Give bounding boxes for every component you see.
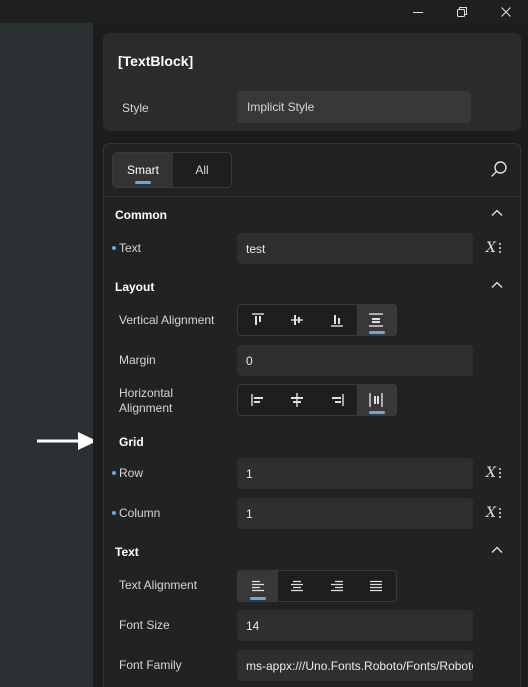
text-label: Text <box>119 241 142 255</box>
modified-dot <box>112 246 116 250</box>
section-title-layout: Layout <box>115 280 155 294</box>
margin-label: Margin <box>119 353 156 367</box>
align-stretch-vertical-icon <box>369 313 384 327</box>
divider <box>104 196 520 197</box>
element-header: [TextBlock] Style Implicit Style <box>103 33 521 131</box>
column-field[interactable]: 1 <box>237 498 473 529</box>
minimize-button[interactable] <box>396 0 440 23</box>
halign-left-button[interactable] <box>238 385 278 415</box>
properties-panel: [TextBlock] Style Implicit Style Smart A… <box>93 23 528 687</box>
align-middle-icon <box>291 315 304 325</box>
search-icon <box>491 161 507 177</box>
style-field[interactable]: Implicit Style <box>237 91 471 123</box>
font-family-label: Font Family <box>119 658 182 672</box>
more-icon <box>498 468 501 478</box>
text-align-justify-button[interactable] <box>357 571 397 601</box>
style-label: Style <box>122 101 149 115</box>
halign-stretch-button[interactable] <box>356 385 396 415</box>
chevron-up-icon[interactable] <box>490 545 504 555</box>
section-title-grid: Grid <box>119 435 144 449</box>
text-options-button[interactable]: X <box>486 240 510 256</box>
halign-right-button[interactable] <box>317 385 357 415</box>
column-label: Column <box>119 506 161 520</box>
text-alignment-group <box>237 570 397 602</box>
row-options-button[interactable]: X <box>486 465 510 481</box>
horizontal-alignment-label: Horizontal Alignment <box>119 386 174 415</box>
align-right-icon <box>331 394 344 406</box>
expression-icon: X <box>486 465 496 481</box>
text-align-right-icon <box>330 580 343 592</box>
text-align-justify-icon <box>370 580 383 592</box>
chevron-up-icon[interactable] <box>490 280 504 290</box>
modified-dot <box>112 471 116 475</box>
filter-all-label: All <box>195 163 209 177</box>
align-stretch-horizontal-icon <box>369 393 383 407</box>
expression-icon: X <box>486 505 496 521</box>
text-align-right-button[interactable] <box>317 571 357 601</box>
close-icon <box>501 6 511 17</box>
text-align-left-button[interactable] <box>238 571 278 601</box>
text-align-center-icon <box>291 580 304 592</box>
text-field[interactable]: test <box>237 233 473 264</box>
text-align-center-button[interactable] <box>278 571 318 601</box>
text-align-left-icon <box>251 580 264 592</box>
row-label: Row <box>119 466 144 480</box>
filter-smart-button[interactable]: Smart <box>113 153 173 187</box>
minimize-icon <box>413 11 423 13</box>
filter-smart-label: Smart <box>126 163 159 177</box>
search-button[interactable] <box>488 158 510 180</box>
valign-center-button[interactable] <box>278 305 318 335</box>
align-left-icon <box>251 394 263 406</box>
section-title-text: Text <box>115 545 139 559</box>
filter-all-button[interactable]: All <box>173 153 231 187</box>
more-icon <box>498 243 501 253</box>
text-alignment-label: Text Alignment <box>119 578 198 592</box>
arrow-icon <box>37 432 97 450</box>
horizontal-alignment-group <box>237 384 397 416</box>
align-bottom-icon <box>330 315 343 327</box>
valign-top-button[interactable] <box>238 305 278 335</box>
element-title: [TextBlock] <box>118 53 194 69</box>
expression-icon: X <box>486 240 496 256</box>
font-family-field[interactable]: ms-appx:///Uno.Fonts.Roboto/Fonts/Roboto… <box>237 650 473 681</box>
properties-card: Smart All Common Text test X Layout Vert… <box>103 143 521 687</box>
halign-center-button[interactable] <box>278 385 318 415</box>
align-top-icon <box>251 313 264 325</box>
column-options-button[interactable]: X <box>486 505 510 521</box>
valign-bottom-button[interactable] <box>317 305 357 335</box>
align-center-icon <box>291 393 304 407</box>
restore-icon <box>457 6 467 17</box>
font-size-label: Font Size <box>119 618 170 632</box>
filter-toggle: Smart All <box>112 152 232 188</box>
chevron-up-icon[interactable] <box>490 208 504 218</box>
vertical-alignment-label: Vertical Alignment <box>119 313 215 327</box>
design-canvas[interactable] <box>0 23 93 687</box>
margin-field[interactable]: 0 <box>237 345 473 376</box>
more-icon <box>498 508 501 518</box>
title-bar <box>0 0 528 23</box>
section-title-common: Common <box>115 208 167 222</box>
modified-dot <box>112 511 116 515</box>
vertical-alignment-group <box>237 304 397 336</box>
restore-button[interactable] <box>440 0 484 23</box>
row-field[interactable]: 1 <box>237 458 473 489</box>
valign-stretch-button[interactable] <box>356 305 396 335</box>
close-button[interactable] <box>484 0 528 23</box>
selected-indicator <box>135 181 151 184</box>
font-size-field[interactable]: 14 <box>237 610 473 641</box>
